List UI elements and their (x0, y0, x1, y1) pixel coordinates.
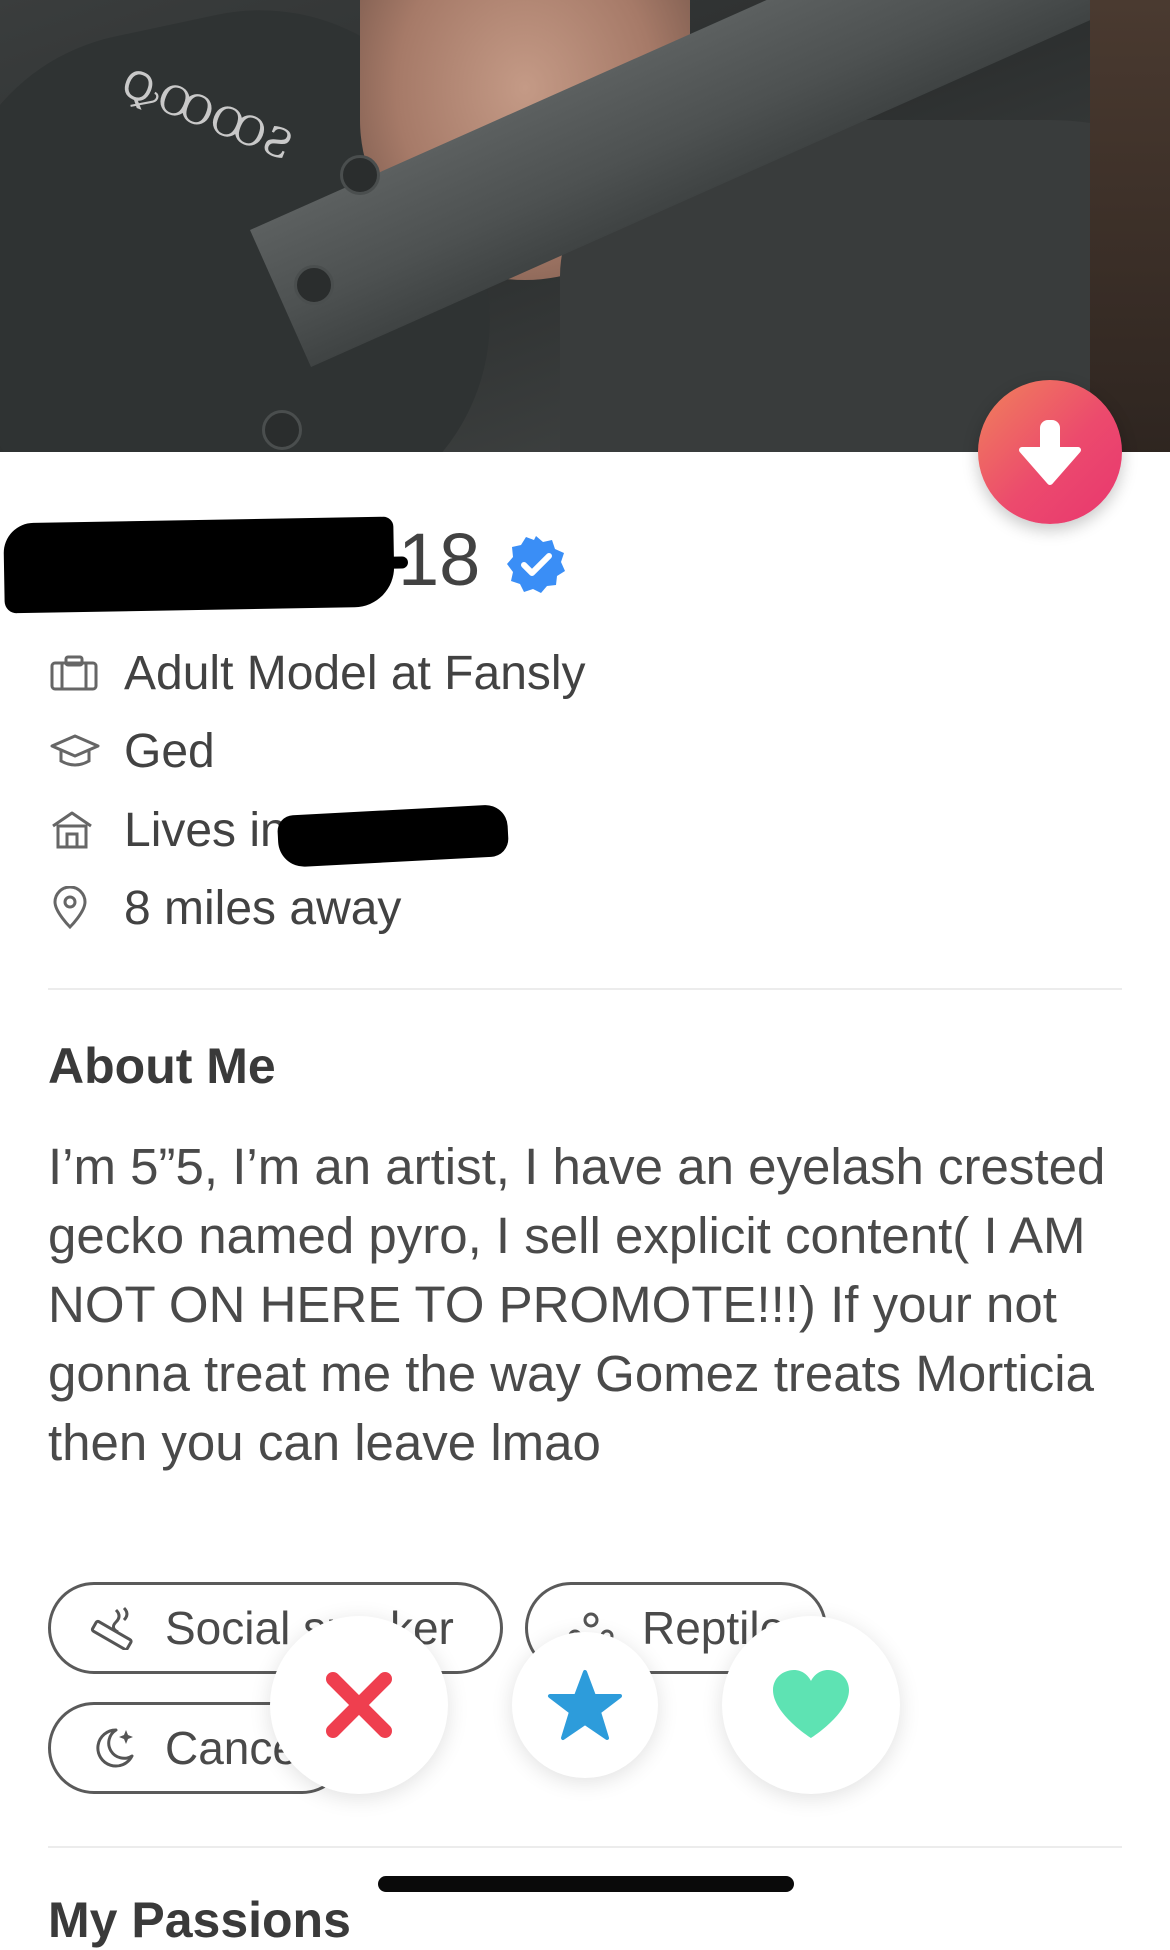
profile-photo[interactable]: ꝘꝎꝎƧ (0, 0, 1170, 452)
location-row: Lives in (50, 800, 287, 860)
smoking-icon (90, 1606, 133, 1650)
redacted-city (276, 804, 510, 868)
graduation-cap-icon (50, 734, 100, 767)
super-like-button[interactable] (512, 1632, 658, 1778)
collapse-profile-button[interactable] (978, 380, 1122, 524)
profile-age: 18 (398, 518, 481, 601)
photo-button (340, 155, 380, 195)
briefcase-icon (50, 655, 98, 691)
heart-icon (773, 1670, 849, 1738)
distance-row: 8 miles away (50, 878, 401, 938)
location-pin-icon (53, 886, 87, 930)
close-icon (326, 1672, 392, 1738)
job-text: Adult Model at Fansly (124, 646, 586, 700)
school-text: Ged (124, 724, 215, 778)
home-indicator[interactable] (378, 1876, 794, 1892)
divider (48, 988, 1122, 990)
redacted-name (3, 516, 395, 614)
like-button[interactable] (722, 1616, 900, 1794)
photo-button (294, 265, 334, 305)
lives-in-text: Lives in (124, 803, 287, 857)
divider (48, 1846, 1122, 1848)
nope-button[interactable] (270, 1616, 448, 1794)
moon-stars-icon (96, 1728, 134, 1768)
distance-text: 8 miles away (124, 881, 402, 935)
home-icon (52, 811, 92, 849)
photo-hair (1090, 0, 1170, 452)
star-icon (548, 1670, 622, 1740)
verified-check-icon[interactable] (506, 534, 566, 594)
school-row: Ged (50, 721, 215, 781)
job-row: Adult Model at Fansly (50, 643, 586, 703)
arrow-down-icon (1019, 420, 1081, 485)
about-me-text: I’m 5”5, I’m an artist, I have an eyelas… (48, 1138, 1106, 1471)
passions-title: My Passions (48, 1892, 351, 1948)
photo-button (262, 410, 302, 450)
about-me-title: About Me (48, 1038, 276, 1094)
